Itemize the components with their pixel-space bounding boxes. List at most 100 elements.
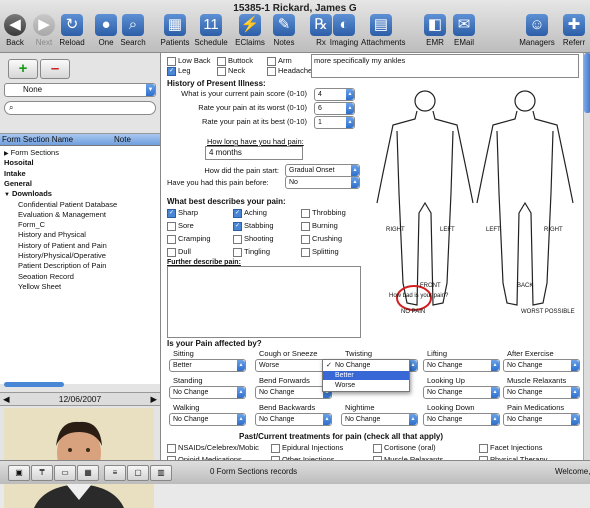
tree-item-intake[interactable]: Intake	[4, 169, 26, 178]
tree-scrollbar[interactable]	[4, 382, 64, 387]
checkbox-low-back[interactable]	[167, 57, 176, 66]
checkbox-stabbing[interactable]: ✓	[233, 222, 242, 231]
tree-item-confidential-patient-database[interactable]: Confidential Patient Database	[18, 200, 117, 209]
checkbox-tingling[interactable]	[233, 248, 242, 257]
tree-item-patient-description-of-pain[interactable]: Patient Description of Pain	[18, 261, 106, 270]
affected-select-standing[interactable]: No Change ▲	[169, 386, 246, 399]
checkbox-label-throbbing: Throbbing	[312, 208, 346, 217]
form-scrollbar[interactable]	[583, 53, 590, 460]
format-icon[interactable]: ₸	[31, 465, 53, 481]
popup-option-no-change[interactable]: ✓ No Change	[323, 361, 409, 370]
body-label-right-front: RIGHT	[386, 227, 405, 233]
checkbox-facet-injections[interactable]	[479, 444, 488, 453]
prev-date-icon[interactable]: ◀	[3, 393, 10, 405]
affected-select-looking-down[interactable]: No Change ▲	[423, 413, 500, 426]
patients-icon: ▦	[164, 14, 186, 36]
further-describe-textarea[interactable]	[167, 266, 361, 338]
checkbox-arm[interactable]	[267, 57, 276, 66]
checkbox-sore[interactable]	[167, 222, 176, 231]
affected-select-walking[interactable]: No Change ▲	[169, 413, 246, 426]
checkbox-leg[interactable]: ✓	[167, 67, 176, 76]
twisting-popup-menu[interactable]: ✓ No Change Better Worse	[322, 359, 410, 392]
affected-select-bend-forwards[interactable]: No Change ▲	[255, 386, 332, 399]
form-scroll-thumb[interactable]	[584, 53, 590, 113]
body-diagram[interactable]	[363, 83, 579, 323]
checkbox-label-cramping: Cramping	[178, 234, 211, 243]
score-select-1[interactable]: 6 ▲	[314, 102, 355, 115]
disclosure-triangle-icon[interactable]: ▼	[4, 192, 10, 198]
affected-select-bend-backwards[interactable]: No Change ▲	[255, 413, 332, 426]
toolbar-email-button[interactable]: ✉ EMail	[444, 14, 484, 47]
checkbox-cramping[interactable]	[167, 235, 176, 244]
toolbar-managers-button[interactable]: ☺ Managers	[517, 14, 557, 47]
complaint-textarea[interactable]: more specifically my ankles	[311, 54, 579, 78]
affected-value: No Change	[173, 389, 209, 396]
remove-section-button[interactable]: –	[40, 59, 70, 79]
checkbox-buttock[interactable]	[217, 57, 226, 66]
add-section-button[interactable]: +	[8, 59, 38, 79]
affected-select-pain-medications[interactable]: No Change ▲	[503, 413, 580, 426]
chevron-updown-icon: ▲	[237, 414, 245, 425]
filter-select[interactable]: None ▼	[4, 83, 156, 97]
disclosure-triangle-icon[interactable]: ▶	[4, 151, 9, 157]
checkbox-splitting[interactable]	[301, 248, 310, 257]
checkbox-sharp[interactable]: ✓	[167, 209, 176, 218]
affected-label-looking-up: Looking Up	[427, 376, 465, 385]
toolbar-search-button[interactable]: ⌕ Search	[113, 14, 153, 47]
popup-option-better[interactable]: Better	[323, 371, 409, 380]
affected-select-nightime[interactable]: No Change ▲	[341, 413, 418, 426]
toolbar-patients-button[interactable]: ▦ Patients	[155, 14, 195, 47]
tree-item-history-physical-operative[interactable]: History/Physical/Operative	[18, 251, 106, 260]
before-select[interactable]: No ▲	[285, 176, 360, 189]
score-select-2[interactable]: 1 ▲	[314, 116, 355, 129]
score-select-0[interactable]: 4 ▲	[314, 88, 355, 101]
affected-select-muscle-relaxants[interactable]: No Change ▲	[503, 386, 580, 399]
toolbar-notes-button[interactable]: ✎ Notes	[264, 14, 304, 47]
checkbox-neck[interactable]	[217, 67, 226, 76]
list-icon[interactable]: ▭	[54, 465, 76, 481]
tree-item-history-of-patient-and-pain[interactable]: History of Patient and Pain	[18, 241, 107, 250]
tree-item-general[interactable]: General	[4, 179, 32, 188]
layout-icon[interactable]: ▥	[150, 465, 172, 481]
fields-icon[interactable]: ≡	[104, 465, 126, 481]
checkbox-nsaids-celebrex-mobic[interactable]	[167, 444, 176, 453]
column-header-name[interactable]: Form Section Name	[2, 134, 73, 145]
affected-value: No Change	[507, 389, 543, 396]
affected-select-after-exercise[interactable]: No Change ▲	[503, 359, 580, 372]
tree-item-form-sections[interactable]: ▶ Form Sections	[4, 148, 59, 157]
checkbox-dull[interactable]	[167, 248, 176, 257]
affected-select-looking-up[interactable]: No Change ▲	[423, 386, 500, 399]
checkbox-headache[interactable]	[267, 67, 276, 76]
toolbar-attachments-button[interactable]: ▤ Attachments	[361, 14, 405, 47]
new-folder-icon[interactable]: ▢	[127, 465, 149, 481]
checkbox-label-stabbing: Stabbing	[244, 221, 274, 230]
tree-item-history-and-physical[interactable]: History and Physical	[18, 230, 86, 239]
tree-item-seoation-record[interactable]: Seoation Record	[18, 272, 74, 281]
checkbox-throbbing[interactable]	[301, 209, 310, 218]
toolbar-referr-button[interactable]: ✚ Referr	[554, 14, 590, 47]
tree-item-yellow-sheet[interactable]: Yellow Sheet	[18, 282, 61, 291]
checkbox-cortisone-oral[interactable]	[373, 444, 382, 453]
form-section-tree[interactable]: Form Section Name Note ▶ Form Sections Hos…	[0, 133, 160, 384]
search-input[interactable]: ⌕	[4, 101, 156, 115]
sidebar-toggle-icon[interactable]: ▣	[8, 465, 30, 481]
toolbar-imaging-button[interactable]: ◐ Imaging	[324, 14, 364, 47]
tree-item-evaluation-management[interactable]: Evaluation & Management	[18, 210, 106, 219]
tree-item-hosoital[interactable]: Hosoital	[4, 158, 34, 167]
checkbox-shooting[interactable]	[233, 235, 242, 244]
column-header-note[interactable]: Note	[114, 134, 131, 145]
grid-icon[interactable]: ▦	[77, 465, 99, 481]
checkbox-epidural-injections[interactable]	[271, 444, 280, 453]
affected-select-cough-or-sneeze[interactable]: Worse▲	[255, 359, 332, 372]
popup-option-worse[interactable]: Worse	[323, 381, 409, 390]
tree-item-form-c[interactable]: Form_C	[18, 220, 45, 229]
next-date-icon[interactable]: ▶	[150, 393, 157, 405]
tree-item-downloads[interactable]: ▼ Downloads	[4, 189, 52, 198]
checkbox-crushing[interactable]	[301, 235, 310, 244]
duration-input[interactable]: 4 months	[205, 146, 303, 160]
checkbox-aching[interactable]: ✓	[233, 209, 242, 218]
affected-select-lifting[interactable]: No Change ▲	[423, 359, 500, 372]
affected-select-sitting[interactable]: Better ▲	[169, 359, 246, 372]
checkbox-burning[interactable]	[301, 222, 310, 231]
toolbar-schedule-button[interactable]: 11 Schedule	[191, 14, 231, 47]
